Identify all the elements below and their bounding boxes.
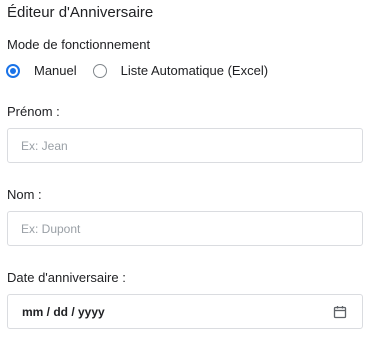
birthday-date-input[interactable]: mm / dd / yyyy xyxy=(7,294,363,329)
radio-manual-label[interactable]: Manuel xyxy=(34,63,77,78)
radio-excel-label[interactable]: Liste Automatique (Excel) xyxy=(121,63,268,78)
birthday-label: Date d'anniversaire : xyxy=(7,270,126,285)
first-name-input[interactable]: Ex: Jean xyxy=(7,128,363,163)
radio-excel[interactable] xyxy=(92,63,107,78)
last-name-placeholder: Ex: Dupont xyxy=(21,221,81,236)
last-name-input[interactable]: Ex: Dupont xyxy=(7,211,363,246)
first-name-label: Prénom : xyxy=(7,104,60,119)
mode-radio-group: Manuel Liste Automatique (Excel) xyxy=(6,63,268,78)
last-name-label: Nom : xyxy=(7,187,42,202)
mode-label: Mode de fonctionnement xyxy=(7,37,151,52)
editor-title: Éditeur d'Anniversaire xyxy=(7,4,154,21)
first-name-placeholder: Ex: Jean xyxy=(21,138,68,153)
radio-option-excel[interactable]: Liste Automatique (Excel) xyxy=(92,63,268,78)
radio-option-manual[interactable]: Manuel xyxy=(6,63,77,78)
birthday-date-format: mm / dd / yyyy xyxy=(22,304,105,319)
calendar-icon[interactable] xyxy=(333,305,347,319)
radio-manual[interactable] xyxy=(6,63,20,78)
